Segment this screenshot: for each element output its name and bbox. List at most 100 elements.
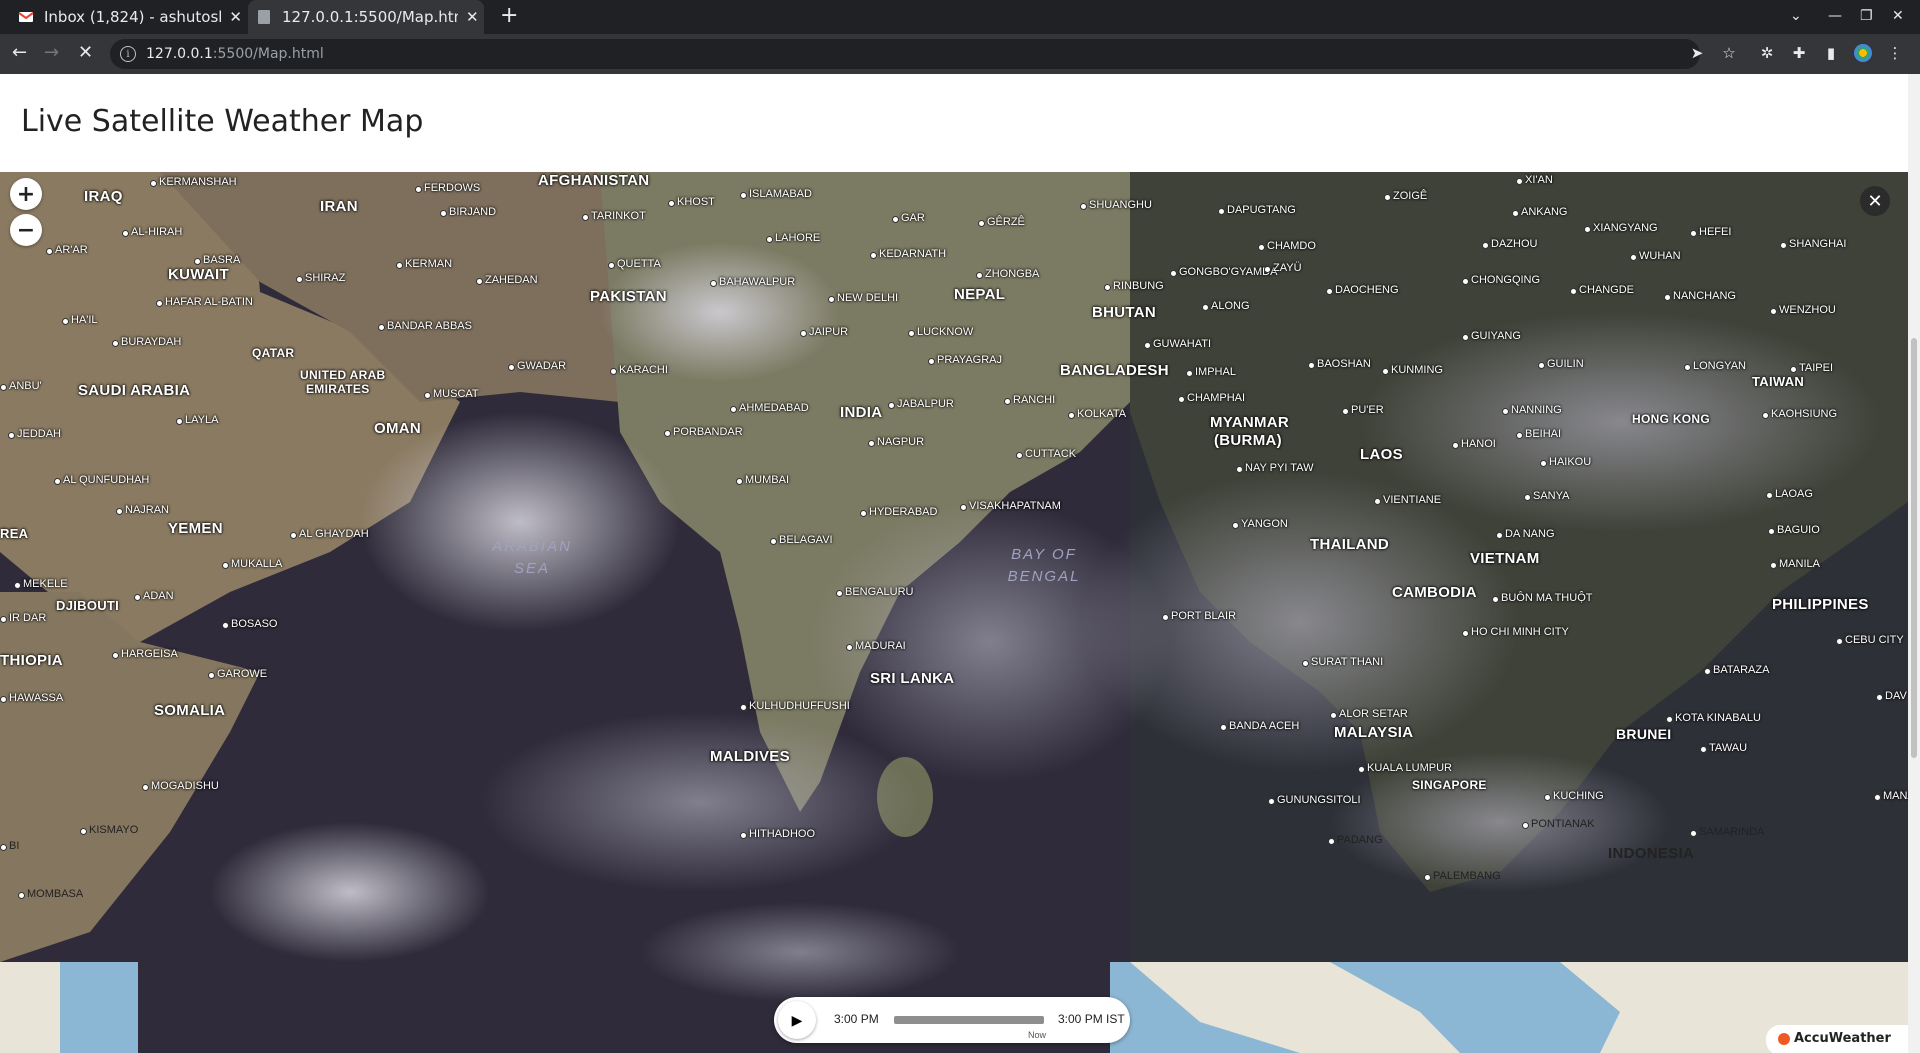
- city-label: GUILIN: [1538, 358, 1584, 370]
- city-label: ZOIGÊ: [1384, 190, 1427, 202]
- city-label: TAIPEI: [1790, 362, 1833, 374]
- city-label: PADANG: [1328, 834, 1383, 846]
- city-label: LAHORE: [766, 232, 820, 244]
- city-label: LAOAG: [1766, 488, 1813, 500]
- city-label: KUNMING: [1382, 364, 1443, 376]
- country-label: THIOPIA: [0, 652, 63, 669]
- country-label: SOMALIA: [154, 702, 226, 719]
- country-label: HONG KONG: [1632, 412, 1711, 426]
- back-icon[interactable]: ←: [12, 43, 27, 63]
- city-label: PALEMBANG: [1424, 870, 1501, 882]
- country-label: NEPAL: [954, 286, 1006, 303]
- city-label: KUCHING: [1544, 790, 1604, 802]
- scrollbar-thumb[interactable]: [1911, 338, 1917, 758]
- country-label: EMIRATES: [306, 382, 370, 396]
- tab-map[interactable]: 127.0.0.1:5500/Map.html ✕: [248, 0, 484, 34]
- send-icon[interactable]: ➤: [1688, 44, 1706, 62]
- city-label: BATARAZA: [1704, 664, 1769, 676]
- tab-gmail[interactable]: Inbox (1,824) - ashutosh.s ✕: [10, 0, 242, 34]
- city-label: DAPUGTANG: [1218, 204, 1296, 216]
- bookmark-star-icon[interactable]: ☆: [1720, 44, 1738, 62]
- city-label: HO CHI MINH CITY: [1462, 626, 1569, 638]
- city-label: SANYA: [1524, 490, 1569, 502]
- country-label: SRI LANKA: [870, 670, 955, 687]
- city-label: TAWAU: [1700, 742, 1747, 754]
- city-label: BURAYDAH: [112, 336, 181, 348]
- extension-icon[interactable]: ✲: [1758, 44, 1776, 62]
- tab-search-icon[interactable]: ⌄: [1790, 8, 1802, 24]
- city-label: BASRA: [194, 254, 240, 266]
- zoom-in-button[interactable]: +: [10, 178, 42, 210]
- country-label: CAMBODIA: [1392, 584, 1477, 601]
- city-label: NANNING: [1502, 404, 1562, 416]
- city-label: HAWASSA: [0, 692, 63, 704]
- close-tab-icon[interactable]: ✕: [466, 8, 479, 26]
- country-label: SAUDI ARABIA: [78, 382, 191, 399]
- play-button[interactable]: ▶: [778, 1001, 816, 1039]
- city-label: MOGADISHU: [142, 780, 219, 792]
- city-label: BUÔN MA THUỘT: [1492, 592, 1592, 604]
- zoom-out-button[interactable]: −: [10, 214, 42, 246]
- stop-loading-icon[interactable]: ✕: [78, 43, 93, 63]
- city-label: SURAT THANI: [1302, 656, 1383, 668]
- page: Live Satellite Weather Map IRAQ IRAN AFG…: [0, 74, 1908, 1053]
- profile-avatar-icon[interactable]: [1854, 44, 1872, 62]
- city-label: GUNUNGSITOLI: [1268, 794, 1361, 806]
- country-label: KUWAIT: [168, 266, 229, 283]
- city-label: MUSCAT: [424, 388, 479, 400]
- accuweather-attribution[interactable]: AccuWeather: [1766, 1025, 1908, 1053]
- address-bar[interactable]: i 127.0.0.1:5500/Map.html: [110, 39, 1700, 69]
- new-tab-button[interactable]: +: [500, 5, 518, 27]
- city-label: HYDERABAD: [860, 506, 937, 518]
- city-label: TARINKOT: [582, 210, 646, 222]
- country-label: IRAN: [320, 198, 358, 215]
- city-label: WENZHOU: [1770, 304, 1836, 316]
- city-label: CHAMDO: [1258, 240, 1316, 252]
- country-label: VIETNAM: [1470, 550, 1540, 567]
- city-label: SAMARINDA: [1690, 826, 1764, 838]
- menu-kebab-icon[interactable]: ⋮: [1886, 44, 1904, 62]
- timeline-slider[interactable]: [894, 1016, 1044, 1024]
- city-label: CHANGDE: [1570, 284, 1634, 296]
- city-label: KAOHSIUNG: [1762, 408, 1837, 420]
- city-label: GÊRZÊ: [978, 216, 1025, 228]
- city-label: CUTTACK: [1016, 448, 1076, 460]
- country-label: OMAN: [374, 420, 422, 437]
- close-window-icon[interactable]: ✕: [1892, 8, 1904, 24]
- country-label: (BURMA): [1214, 432, 1282, 449]
- page-title: Live Satellite Weather Map: [21, 104, 424, 139]
- country-label: BHUTAN: [1092, 304, 1157, 321]
- city-label: HITHADHOO: [740, 828, 815, 840]
- country-label: THAILAND: [1310, 536, 1390, 553]
- city-label: PORT BLAIR: [1162, 610, 1236, 622]
- city-label: XIANGYANG: [1584, 222, 1658, 234]
- site-info-icon[interactable]: i: [120, 46, 136, 62]
- city-label: HAIKOU: [1540, 456, 1591, 468]
- city-label: MUMBAI: [736, 474, 789, 486]
- city-label: KERMANSHAH: [150, 176, 237, 188]
- city-label: ZHONGBA: [976, 268, 1039, 280]
- city-label: MADURAI: [846, 640, 906, 652]
- city-label: GAROWE: [208, 668, 267, 680]
- city-label: BAHAWALPUR: [710, 276, 795, 288]
- city-label: BAGUIO: [1768, 524, 1820, 536]
- city-label: VISAKHAPATNAM: [960, 500, 1061, 512]
- close-icon[interactable]: ✕: [1860, 186, 1890, 216]
- puzzle-extensions-icon[interactable]: ✚: [1790, 44, 1808, 62]
- city-label: BELAGAVI: [770, 534, 833, 546]
- satellite-map[interactable]: IRAQ IRAN AFGHANISTAN KUWAIT PAKISTAN NE…: [0, 172, 1908, 1053]
- minimize-icon[interactable]: —: [1828, 8, 1842, 24]
- url-path: :5500/Map.html: [212, 46, 324, 62]
- city-label: KULHUDHUFFUSHI: [740, 700, 850, 712]
- timeline-end-time: 3:00 PM IST: [1058, 1012, 1125, 1026]
- city-label: GUIYANG: [1462, 330, 1521, 342]
- restore-icon[interactable]: ❐: [1860, 8, 1873, 24]
- city-label: JABALPUR: [888, 398, 954, 410]
- city-label: ANBU': [0, 380, 42, 392]
- city-label: MANILA: [1770, 558, 1820, 570]
- forward-icon[interactable]: →: [44, 43, 59, 63]
- side-panel-icon[interactable]: ▮: [1822, 44, 1840, 62]
- city-label: GUWAHATI: [1144, 338, 1211, 350]
- page-scrollbar[interactable]: [1908, 74, 1920, 1053]
- close-tab-icon[interactable]: ✕: [229, 8, 242, 26]
